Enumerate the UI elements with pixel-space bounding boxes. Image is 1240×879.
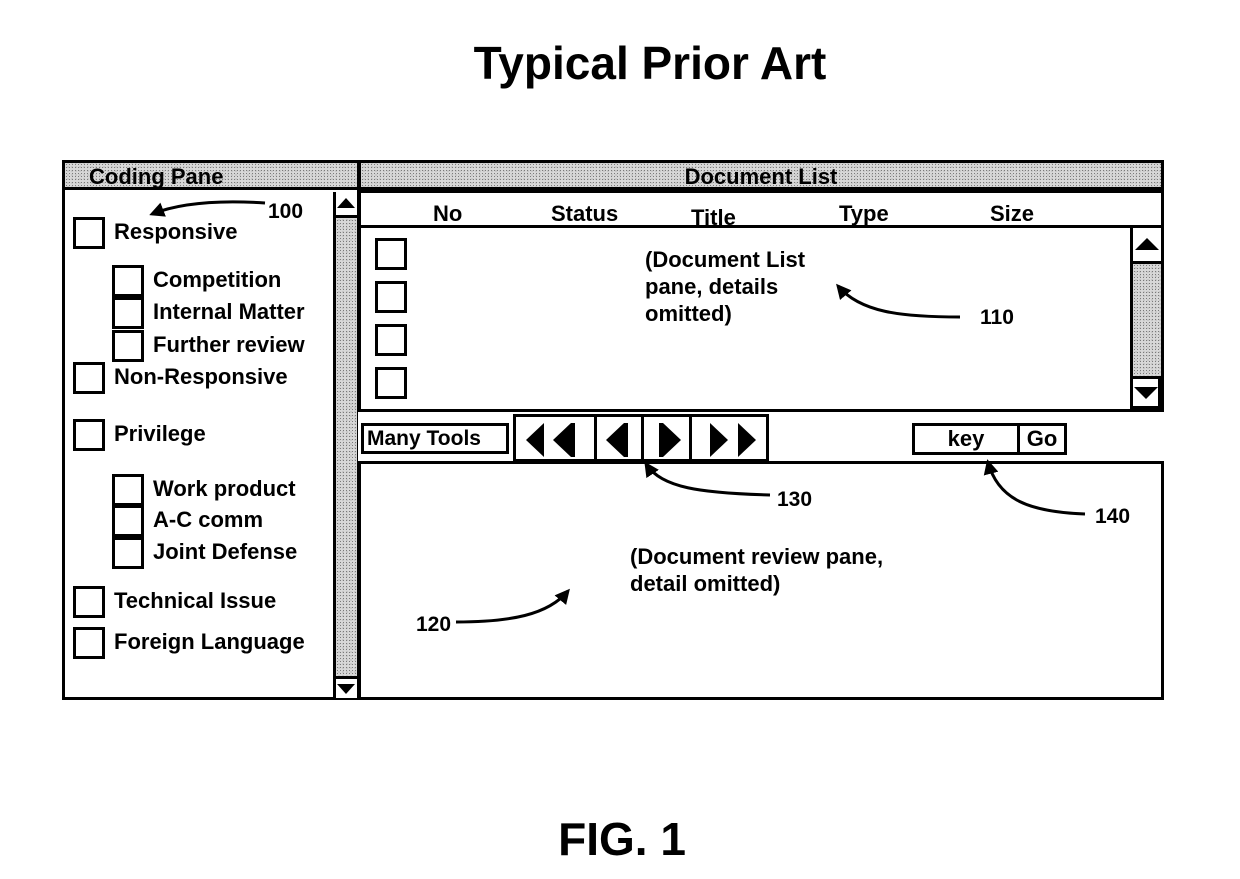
coding-scroll-up-button[interactable]: [336, 192, 357, 218]
double-right-arrow-icon: [710, 423, 728, 457]
list-scroll-up-button[interactable]: [1133, 228, 1161, 264]
document-row-checkbox[interactable]: [375, 367, 407, 399]
coding-item-label: Further review: [153, 332, 305, 357]
many-tools-button[interactable]: Many Tools: [361, 423, 509, 454]
figure-title: Typical Prior Art: [473, 37, 827, 89]
arrow-down-icon: [1134, 387, 1158, 399]
reference-label-100: 100: [268, 200, 304, 223]
figure-label: FIG. 1: [558, 813, 686, 865]
coding-checkbox[interactable]: [73, 419, 105, 451]
next-page-button[interactable]: [644, 417, 692, 459]
many-tools-label: Many Tools: [367, 427, 481, 450]
reference-label-110: 110: [980, 306, 1014, 329]
navigation-button-group: [513, 414, 769, 462]
coding-scroll-down-button[interactable]: [336, 676, 357, 698]
coding-checkbox[interactable]: [112, 537, 144, 569]
arrow-bar: [571, 423, 575, 457]
double-left-arrow-icon-b: [553, 423, 571, 457]
arrow-up-icon: [337, 198, 355, 208]
column-header-row: No Status Title Type Size: [361, 190, 1161, 231]
coding-pane-scrollbar[interactable]: [333, 192, 357, 698]
coding-checkbox[interactable]: [112, 330, 144, 362]
coding-item-label: Non-Responsive: [114, 364, 288, 389]
coding-item-label: Competition: [153, 267, 282, 292]
document-row-checkbox[interactable]: [375, 324, 407, 356]
double-right-arrow-icon-b: [738, 423, 756, 457]
previous-page-button[interactable]: [597, 417, 644, 459]
coding-item-label: Privilege: [114, 421, 206, 446]
coding-checkbox[interactable]: [73, 362, 105, 394]
document-list-scrollbar[interactable]: [1130, 228, 1161, 409]
coding-item-label: Responsive: [114, 219, 238, 244]
list-scroll-down-button[interactable]: [1130, 376, 1161, 409]
review-pane-note-line: (Document review pane,: [630, 544, 884, 569]
arrow-bar: [624, 423, 628, 457]
coding-item-label: A-C comm: [153, 507, 264, 532]
go-button-label: Go: [1026, 426, 1058, 451]
coding-checkbox[interactable]: [73, 217, 105, 249]
document-row-checkbox[interactable]: [375, 281, 407, 313]
document-list-note-line: omitted): [645, 301, 732, 326]
column-header-type[interactable]: Type: [839, 201, 889, 227]
go-button[interactable]: Go: [1017, 423, 1067, 455]
left-arrow-icon: [606, 423, 624, 457]
search-key-value: key: [947, 426, 985, 451]
document-list-note-line: (Document List: [645, 247, 806, 272]
review-pane-note: (Document review pane, detail omitted): [630, 543, 883, 597]
first-page-button[interactable]: [516, 417, 597, 459]
search-key-input[interactable]: key: [912, 423, 1020, 455]
document-list-title: Document List: [684, 164, 838, 189]
column-header-status[interactable]: Status: [551, 201, 618, 227]
document-list-header: Document List: [361, 163, 1161, 190]
coding-item-label: Internal Matter: [153, 299, 305, 324]
coding-checkbox[interactable]: [73, 586, 105, 618]
review-pane-note-line: detail omitted): [630, 571, 781, 596]
reference-label-120: 120: [416, 613, 452, 636]
arrow-down-icon: [337, 684, 355, 694]
coding-item-label: Technical Issue: [114, 588, 277, 613]
document-list-note: (Document List pane, details omitted): [645, 246, 805, 327]
column-header-size[interactable]: Size: [990, 201, 1034, 227]
coding-checkbox[interactable]: [112, 474, 144, 506]
coding-item-label: Work product: [153, 476, 296, 501]
last-page-button[interactable]: [692, 417, 766, 459]
coding-checkbox[interactable]: [112, 265, 144, 297]
document-row-checkbox[interactable]: [375, 238, 407, 270]
coding-item-label: Joint Defense: [153, 539, 298, 564]
column-header-no[interactable]: No: [433, 201, 462, 227]
coding-checkbox[interactable]: [112, 297, 144, 329]
double-left-arrow-icon: [526, 423, 544, 457]
coding-item-label: Foreign Language: [114, 629, 305, 654]
column-header-title[interactable]: Title: [691, 205, 736, 231]
document-list-note-line: pane, details: [645, 274, 779, 299]
arrow-up-icon: [1135, 238, 1159, 250]
coding-pane-title: Coding Pane: [89, 164, 224, 189]
coding-checkbox[interactable]: [73, 627, 105, 659]
coding-checkbox[interactable]: [112, 505, 144, 537]
toolbar: Many Tools key Go: [358, 409, 1164, 464]
coding-pane-header: Coding Pane: [65, 163, 360, 190]
right-arrow-icon: [663, 423, 681, 457]
